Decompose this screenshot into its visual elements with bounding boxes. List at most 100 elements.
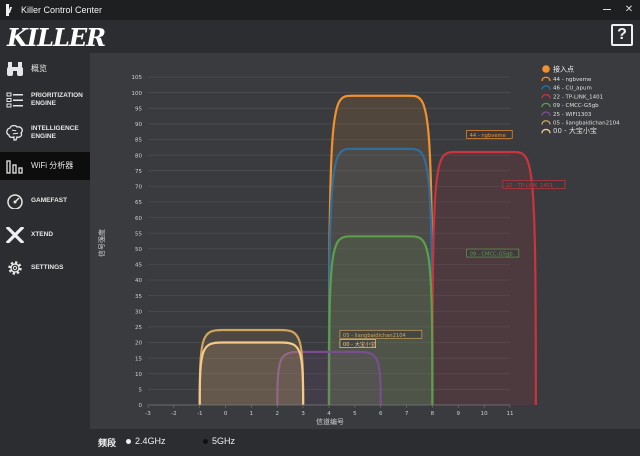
y-tick-label: 75 <box>135 169 142 175</box>
legend-item: 00 - 大宝小宝 <box>553 126 597 135</box>
sidebar-item-settings[interactable]: SETTINGS <box>0 254 90 282</box>
x-tick-label: 2 <box>276 411 280 417</box>
band-selector: 频段 2.4GHz 5GHz <box>90 429 640 456</box>
x-tick-label: 10 <box>481 411 488 417</box>
y-tick-label: 15 <box>135 356 142 362</box>
legend-swatch <box>541 76 551 82</box>
band-option-5ghz[interactable]: 5GHz <box>203 436 235 446</box>
sidebar-item-label: PRIORITIZATION ENGINE <box>31 92 83 107</box>
y-tick-label: 80 <box>135 153 142 159</box>
y-tick-label: 90 <box>135 122 142 128</box>
ap-label: 09 - CMCC-G5gb <box>470 252 514 258</box>
sidebar-item-label: SETTINGS <box>31 264 64 271</box>
legend-swatch <box>541 111 551 116</box>
y-tick-label: 65 <box>135 200 142 206</box>
x-tick-label: 8 <box>431 411 435 417</box>
legend-title: 接入点 <box>553 65 574 74</box>
legend-item: 22 - TP-LINK_1401 <box>553 94 603 100</box>
ap-curve-fill <box>199 342 304 405</box>
sidebar-item-gamefast[interactable]: GAMEFAST <box>0 187 90 215</box>
wifi-channel-chart: 0510152025303540455055606570758085909510… <box>97 65 620 427</box>
x-tick-label: 9 <box>457 411 461 417</box>
priority-list-icon <box>5 90 25 110</box>
x-tick-label: 5 <box>353 411 357 417</box>
legend-item: 09 - CMCC-G5gb <box>553 103 599 109</box>
y-tick-label: 35 <box>135 294 142 300</box>
x-tick-label: 7 <box>405 411 409 417</box>
title-bar: Killer Control Center ✕ <box>0 0 640 20</box>
sidebar-item-overview[interactable]: 概览 <box>0 55 90 83</box>
x-tick-label: 1 <box>250 411 254 417</box>
legend-item: 46 - CU_apum <box>553 86 592 92</box>
binoculars-icon <box>5 59 25 79</box>
x-tick-label: -3 <box>145 411 151 417</box>
band-label: 频段 <box>98 438 117 448</box>
y-tick-label: 25 <box>135 325 142 331</box>
band-option-label: 5GHz <box>212 436 236 446</box>
y-tick-label: 105 <box>132 75 143 81</box>
x-tick-label: 0 <box>224 411 228 417</box>
wifi-channel-chart-panel: 0 5 10 15 20 25 30 35 40 45 50 55 60 65 70 75 80 85 90 95 10… <box>90 53 640 429</box>
brain-icon <box>5 123 25 143</box>
sidebar-item-label: GAMEFAST <box>31 197 68 204</box>
y-tick-label: 10 <box>135 372 142 378</box>
y-tick-label: 50 <box>135 247 142 253</box>
window-controls: ✕ <box>600 3 636 17</box>
y-tick-label: 5 <box>139 388 143 394</box>
sidebar-item-intelligence[interactable]: INTELLIGENCE ENGINE <box>0 119 90 147</box>
sidebar-item-label: 概览 <box>31 64 47 73</box>
x-tick-label: 3 <box>301 411 305 417</box>
ap-curve-fill <box>432 151 536 405</box>
killer-logo: KILLER <box>7 23 106 52</box>
y-tick-label: 60 <box>135 216 142 222</box>
radio-unselected-icon <box>203 438 208 444</box>
help-button[interactable]: ? <box>611 24 633 46</box>
x-tick-label: 11 <box>507 411 514 417</box>
x-tick-label: -1 <box>197 411 202 417</box>
legend-title-icon <box>542 65 550 73</box>
x-tick-label: 6 <box>379 411 383 417</box>
ap-label: 22 - TP-LINK_1401 <box>506 183 553 189</box>
legend-item: 25 - WIFI1303 <box>553 112 592 118</box>
legend-swatch <box>541 102 551 108</box>
x-axis-label: 信道编号 <box>316 417 344 426</box>
radio-selected-icon <box>126 438 131 444</box>
window-title: Killer Control Center <box>21 5 103 15</box>
y-tick-label: 45 <box>135 263 142 269</box>
sidebar: 概览 PRIORITIZATION ENGINE INTELLIGENCE EN… <box>0 53 90 456</box>
speedometer-icon <box>5 191 25 211</box>
x-tick-label: -2 <box>171 411 176 417</box>
sidebar-item-label: INTELLIGENCE ENGINE <box>31 125 79 140</box>
minimize-button[interactable] <box>600 3 614 17</box>
y-tick-label: 95 <box>135 106 142 112</box>
sidebar-item-prioritization[interactable]: PRIORITIZATION ENGINE <box>0 86 90 114</box>
band-option-label: 2.4GHz <box>135 436 166 446</box>
killer-app-icon <box>5 4 15 16</box>
ap-curve <box>198 341 305 406</box>
x-tick-label: 4 <box>327 411 331 417</box>
ap-label: 44 - ngbveme <box>470 133 506 139</box>
legend-swatch <box>541 120 551 125</box>
gear-icon <box>5 258 25 278</box>
close-button[interactable]: ✕ <box>622 3 636 17</box>
y-tick-label: 55 <box>135 231 142 237</box>
legend-swatch <box>541 85 551 90</box>
x-icon <box>5 225 25 245</box>
y-tick-label: 100 <box>132 91 143 97</box>
y-axis-label: 信号强度 <box>97 229 106 257</box>
legend-item: 05 - liangbaidichan2104 <box>553 121 620 127</box>
sidebar-item-xtend[interactable]: XTEND <box>0 221 90 249</box>
sidebar-item-label: XTEND <box>31 231 54 238</box>
bar-chart-icon <box>5 156 25 176</box>
band-option-2-4ghz[interactable]: 2.4GHz <box>126 436 166 446</box>
y-tick-label: 85 <box>135 138 142 144</box>
ap-label: 05 - liangbaidichan2104 <box>343 333 407 339</box>
y-tick-label: 0 <box>139 403 143 409</box>
header: KILLER ? <box>0 20 640 53</box>
y-tick-label: 20 <box>135 341 142 347</box>
y-tick-label: 40 <box>135 278 142 284</box>
y-tick-label: 70 <box>135 185 142 191</box>
legend-swatch <box>541 94 551 99</box>
sidebar-item-wifi-analyzer[interactable]: WiFi 分析器 <box>0 152 90 180</box>
ap-curve <box>431 150 537 406</box>
